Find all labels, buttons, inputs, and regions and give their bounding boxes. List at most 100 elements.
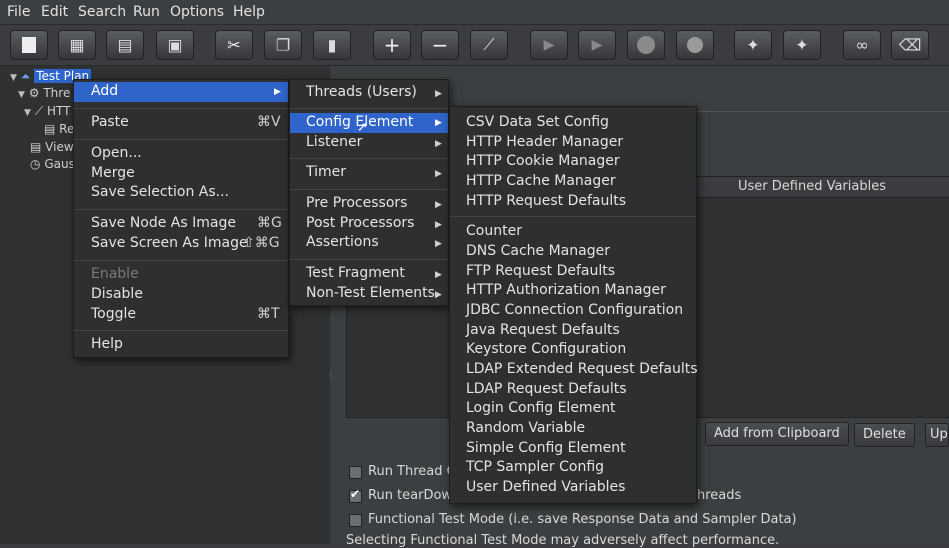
clear-all-button[interactable]: ✦ xyxy=(783,30,821,60)
menu-item-ftp-request-defaults[interactable]: FTP Request Defaults xyxy=(466,263,615,279)
menu-run[interactable]: Run xyxy=(133,4,160,20)
menu-item-enable[interactable]: Enable xyxy=(91,266,139,282)
stop-button[interactable] xyxy=(627,30,665,60)
start-icon: ▶ xyxy=(543,37,555,53)
menu-item-timer[interactable]: Timer xyxy=(306,164,346,180)
cut-button[interactable]: ✂ xyxy=(215,30,253,60)
menu-item-non-test-elements[interactable]: Non-Test Elements xyxy=(306,285,435,301)
menu-item-assertions[interactable]: Assertions xyxy=(306,234,379,250)
divider xyxy=(74,330,288,331)
clear-button[interactable]: ✦ xyxy=(734,30,772,60)
menu-item-keystore-configuration[interactable]: Keystore Configuration xyxy=(466,341,626,357)
menu-item-save-node-image[interactable]: Save Node As Image xyxy=(91,215,236,231)
new-button[interactable] xyxy=(10,30,48,60)
menu-item-add[interactable]: Add ▶ xyxy=(74,82,288,102)
shortcut-save-node-image: ⌘G xyxy=(257,215,282,231)
expand-button[interactable]: + xyxy=(373,30,411,60)
tree-node-thread-group[interactable]: ▼ ⚙ Thre xyxy=(18,86,70,100)
menu-item-ldap-extended-request-defaults[interactable]: LDAP Extended Request Defaults xyxy=(466,361,698,377)
menu-item-threads[interactable]: Threads (Users) xyxy=(306,84,417,100)
menu-item-http-header-manager[interactable]: HTTP Header Manager xyxy=(466,134,623,150)
menu-item-ldap-request-defaults[interactable]: LDAP Request Defaults xyxy=(466,381,627,397)
search-button[interactable]: ∞ xyxy=(843,30,881,60)
menu-item-disable[interactable]: Disable xyxy=(91,286,143,302)
menu-item-http-authorization-manager[interactable]: HTTP Authorization Manager xyxy=(466,282,666,298)
add-from-clipboard-button[interactable]: Add from Clipboard xyxy=(705,422,849,446)
listener-icon: ▤ xyxy=(30,140,42,154)
reset-search-button[interactable]: ⌫ xyxy=(891,30,929,60)
menu-item-http-request-defaults[interactable]: HTTP Request Defaults xyxy=(466,193,626,209)
menu-search[interactable]: Search xyxy=(78,4,126,20)
paste-button[interactable]: ▮ xyxy=(313,30,351,60)
run-teardown-label: Run tearDown xyxy=(368,488,461,503)
collapse-button[interactable]: − xyxy=(421,30,459,60)
menu-item-save-selection[interactable]: Save Selection As... xyxy=(91,184,229,200)
submenu-arrow-icon: ▶ xyxy=(435,290,442,300)
divider xyxy=(290,259,448,260)
menu-file[interactable]: File xyxy=(7,4,30,20)
menu-item-random-variable[interactable]: Random Variable xyxy=(466,420,585,436)
templates-button[interactable]: ▦ xyxy=(58,30,96,60)
up-button[interactable]: Up xyxy=(925,423,949,447)
udv-header-label: User Defined Variables xyxy=(738,179,886,194)
menu-item-http-cache-manager[interactable]: HTTP Cache Manager xyxy=(466,173,616,189)
start-no-pauses-button[interactable]: ▶ xyxy=(578,30,616,60)
report-icon: ▤ xyxy=(44,122,56,136)
save-button[interactable]: ▣ xyxy=(156,30,194,60)
flask-icon: ⏶ xyxy=(20,69,31,83)
gear-icon: ⚙ xyxy=(28,86,40,100)
add-submenu: Threads (Users) ▶ Config Element ▶ ➚ Lis… xyxy=(289,79,449,306)
menu-item-listener[interactable]: Listener xyxy=(306,134,362,150)
menu-item-tcp-sampler-config[interactable]: TCP Sampler Config xyxy=(466,459,604,475)
tree-node-results[interactable]: ▤ Re xyxy=(44,122,74,136)
menu-item-jdbc-connection-configuration[interactable]: JDBC Connection Configuration xyxy=(466,302,683,318)
menu-item-config-element[interactable]: Config Element ▶ xyxy=(290,113,448,133)
delete-button[interactable]: Delete xyxy=(854,423,915,447)
tree-node-gauss[interactable]: ◷ Gaus xyxy=(30,157,75,171)
start-button[interactable]: ▶ xyxy=(530,30,568,60)
expand-triangle-icon: ▼ xyxy=(18,90,25,100)
menu-item-http-cookie-manager[interactable]: HTTP Cookie Manager xyxy=(466,153,620,169)
submenu-arrow-icon: ▶ xyxy=(435,118,442,128)
divider xyxy=(290,189,448,190)
submenu-arrow-icon: ▶ xyxy=(435,270,442,280)
expand-triangle-icon: ▼ xyxy=(24,108,31,118)
menu-item-post-processors[interactable]: Post Processors xyxy=(306,215,414,231)
menu-item-user-defined-variables[interactable]: User Defined Variables xyxy=(466,479,625,495)
functional-mode-checkbox[interactable] xyxy=(349,514,362,527)
divider xyxy=(74,139,288,140)
menu-item-pre-processors[interactable]: Pre Processors xyxy=(306,195,407,211)
shutdown-button[interactable] xyxy=(676,30,714,60)
tree-node-http[interactable]: ▼ ⟋ HTT xyxy=(24,104,70,119)
shutdown-icon xyxy=(687,37,703,53)
cut-icon: ✂ xyxy=(227,35,241,55)
menu-item-save-screen-image[interactable]: Save Screen As Image xyxy=(91,235,248,251)
divider xyxy=(290,108,448,109)
menu-item-csv-data-set-config[interactable]: CSV Data Set Config xyxy=(466,114,609,130)
menu-edit[interactable]: Edit xyxy=(41,4,68,20)
menu-help[interactable]: Help xyxy=(233,4,265,20)
open-icon: ▤ xyxy=(117,35,133,55)
divider xyxy=(290,158,448,159)
menu-item-java-request-defaults[interactable]: Java Request Defaults xyxy=(466,322,620,338)
menu-item-test-fragment[interactable]: Test Fragment xyxy=(306,265,405,281)
tree-node-view[interactable]: ▤ View xyxy=(30,140,74,154)
toggle-button[interactable]: ⟋ xyxy=(470,30,508,60)
menu-item-dns-cache-manager[interactable]: DNS Cache Manager xyxy=(466,243,610,259)
menu-options[interactable]: Options xyxy=(170,4,224,20)
run-thread-groups-checkbox[interactable] xyxy=(349,466,362,479)
menu-item-counter[interactable]: Counter xyxy=(466,223,522,239)
menu-item-simple-config-element[interactable]: Simple Config Element xyxy=(466,440,626,456)
submenu-arrow-icon: ▶ xyxy=(435,139,442,149)
menu-item-login-config-element[interactable]: Login Config Element xyxy=(466,400,616,416)
copy-button[interactable]: ❐ xyxy=(264,30,302,60)
menu-item-toggle[interactable]: Toggle xyxy=(91,306,136,322)
run-teardown-checkbox[interactable] xyxy=(349,487,362,503)
menu-item-merge[interactable]: Merge xyxy=(91,165,135,181)
open-button[interactable]: ▤ xyxy=(106,30,144,60)
menu-item-open[interactable]: Open... xyxy=(91,145,142,161)
submenu-arrow-icon: ▶ xyxy=(435,89,442,99)
menu-item-paste[interactable]: Paste xyxy=(91,114,129,130)
divider xyxy=(74,108,288,109)
menu-item-help[interactable]: Help xyxy=(91,336,123,352)
